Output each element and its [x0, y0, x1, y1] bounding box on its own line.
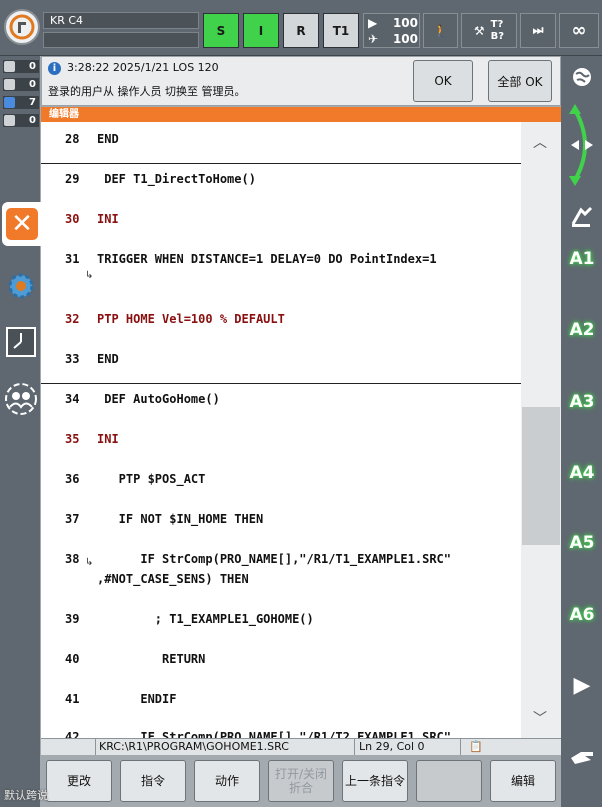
scrollbar-thumb[interactable] [522, 407, 560, 545]
drives-status[interactable]: I [243, 13, 279, 48]
error-icon [4, 61, 15, 72]
scroll-down-icon[interactable]: ﹀ [533, 708, 547, 728]
jog-override: 100 [392, 32, 418, 46]
operating-mode[interactable]: T1 [323, 13, 359, 48]
tool-label: T? [490, 18, 504, 30]
line-wrap-icon: ↳ [85, 270, 94, 281]
submit-interpreter-status[interactable]: S [203, 13, 239, 48]
change-button[interactable]: 更改 [46, 760, 112, 802]
jog-mode-icon[interactable] [565, 200, 599, 234]
info-indicator[interactable]: 7 [3, 96, 39, 109]
file-path: KRC:\R1\PROGRAM\GOHOME1.SRC [99, 740, 289, 753]
globe-icon[interactable] [565, 60, 599, 94]
axis-a2-button[interactable]: A2 [565, 313, 599, 347]
clipboard-icon: 📋 [469, 740, 483, 753]
editor-title: 编辑器 [41, 107, 561, 122]
wait-indicator[interactable]: 0 [3, 114, 39, 127]
scroll-up-icon[interactable]: ︿ [533, 132, 547, 152]
axis-a1-button[interactable]: A1 [565, 242, 599, 276]
base-label: B? [490, 30, 505, 42]
info-icon: i [48, 62, 61, 75]
last-command-button[interactable]: 上一条指令 [342, 760, 408, 802]
command-button[interactable]: 指令 [120, 760, 186, 802]
fold-separator [41, 383, 521, 384]
status-divider [460, 739, 461, 756]
fold-button-label-1: 打开/关闭 [274, 767, 328, 781]
tool-icon: ⚒ [473, 23, 485, 38]
jog-axis-selector[interactable] [565, 100, 599, 190]
message-timestamp: 3:28:22 2025/1/21 LOS 120 [67, 61, 219, 74]
step-mode-button[interactable]: ⏭ [520, 13, 556, 48]
empty-softkey [416, 760, 482, 802]
top-status-bar: KR C4 S I R T1 ▶ 100 ✈ 100 🚶 ⚒ T? B? ⏭ ∞ [0, 0, 602, 56]
fast-forward-icon: ⏭ [532, 23, 544, 37]
walking-person-icon: 🚶 [433, 23, 448, 38]
axis-a4-button[interactable]: A4 [565, 456, 599, 490]
error-indicator[interactable]: 0 [3, 60, 39, 73]
clock-button[interactable] [3, 324, 39, 360]
fold-button-label-2: 折合 [288, 781, 313, 795]
play-icon: ▶ [368, 16, 378, 30]
robot-settings-button[interactable] [3, 268, 39, 304]
robot-name[interactable]: KR C4 [43, 12, 199, 29]
editor-scrollbar[interactable]: ︿ ﹀ [521, 122, 561, 738]
clock-icon [6, 327, 36, 357]
axis-a5-button[interactable]: A5 [565, 526, 599, 560]
axis-a6-button[interactable]: A6 [565, 598, 599, 632]
code-editor[interactable]: 28 END 29 DEF T1_DirectToHome() 30 INI 31 T… [41, 122, 521, 738]
robot-subtitle-field [43, 32, 199, 48]
warning-indicator[interactable]: 0 [3, 78, 39, 91]
smartpad-screen: KR C4 S I R T1 ▶ 100 ✈ 100 🚶 ⚒ T? B? ⏭ ∞ 0… [0, 0, 602, 807]
status-divider [354, 739, 355, 756]
program-override: 100 [392, 16, 418, 30]
walk-mode-button[interactable]: 🚶 [423, 13, 458, 48]
editor-status-bar: KRC:\R1\PROGRAM\GOHOME1.SRC Ln 29, Col 0… [41, 738, 561, 756]
open-close-fold-button[interactable]: 打开/关闭 折合 [268, 760, 334, 802]
start-forward-icon[interactable]: ▶ [565, 668, 599, 702]
incremental-jog-button[interactable]: ∞ [559, 13, 599, 48]
edit-button[interactable]: 编辑 [490, 760, 556, 802]
fold-separator [41, 163, 521, 164]
tool-base-status[interactable]: ⚒ T? B? [461, 13, 517, 48]
close-icon: ✕ [6, 208, 38, 240]
ok-button[interactable]: OK [413, 60, 473, 102]
close-editor-button[interactable]: ✕ [2, 202, 42, 246]
robot-interpreter-status[interactable]: R [283, 13, 319, 48]
message-text: 登录的用户从 操作人员 切换至 管理员。 [48, 85, 246, 98]
kuka-logo-icon[interactable] [4, 9, 40, 45]
teach-hand-icon[interactable] [565, 740, 599, 774]
right-sidebar: A1 A2 A3 A4 A5 A6 ▶ [561, 56, 602, 807]
message-window: i 3:28:22 2025/1/21 LOS 120 登录的用户从 操作人员 … [41, 56, 561, 106]
watermark-text: 默认跨说 [4, 789, 48, 802]
axis-a3-button[interactable]: A3 [565, 385, 599, 419]
status-divider [95, 739, 96, 756]
cursor-position: Ln 29, Col 0 [359, 740, 425, 753]
jog-arrows-icon [569, 104, 593, 186]
all-ok-button[interactable]: 全部 OK [488, 60, 552, 102]
user-group-button[interactable] [3, 381, 39, 417]
left-sidebar: 0 0 7 0 ✕ [0, 56, 42, 807]
override-status[interactable]: ▶ 100 ✈ 100 [363, 13, 420, 48]
user-group-icon [5, 383, 37, 415]
jog-icon: ✈ [368, 32, 379, 46]
warning-icon [4, 79, 15, 90]
gear-robot-icon [8, 273, 34, 299]
motion-button[interactable]: 动作 [194, 760, 260, 802]
wait-icon [4, 115, 15, 126]
info-icon [4, 97, 15, 108]
line-wrap-icon: ↳ [85, 557, 94, 568]
